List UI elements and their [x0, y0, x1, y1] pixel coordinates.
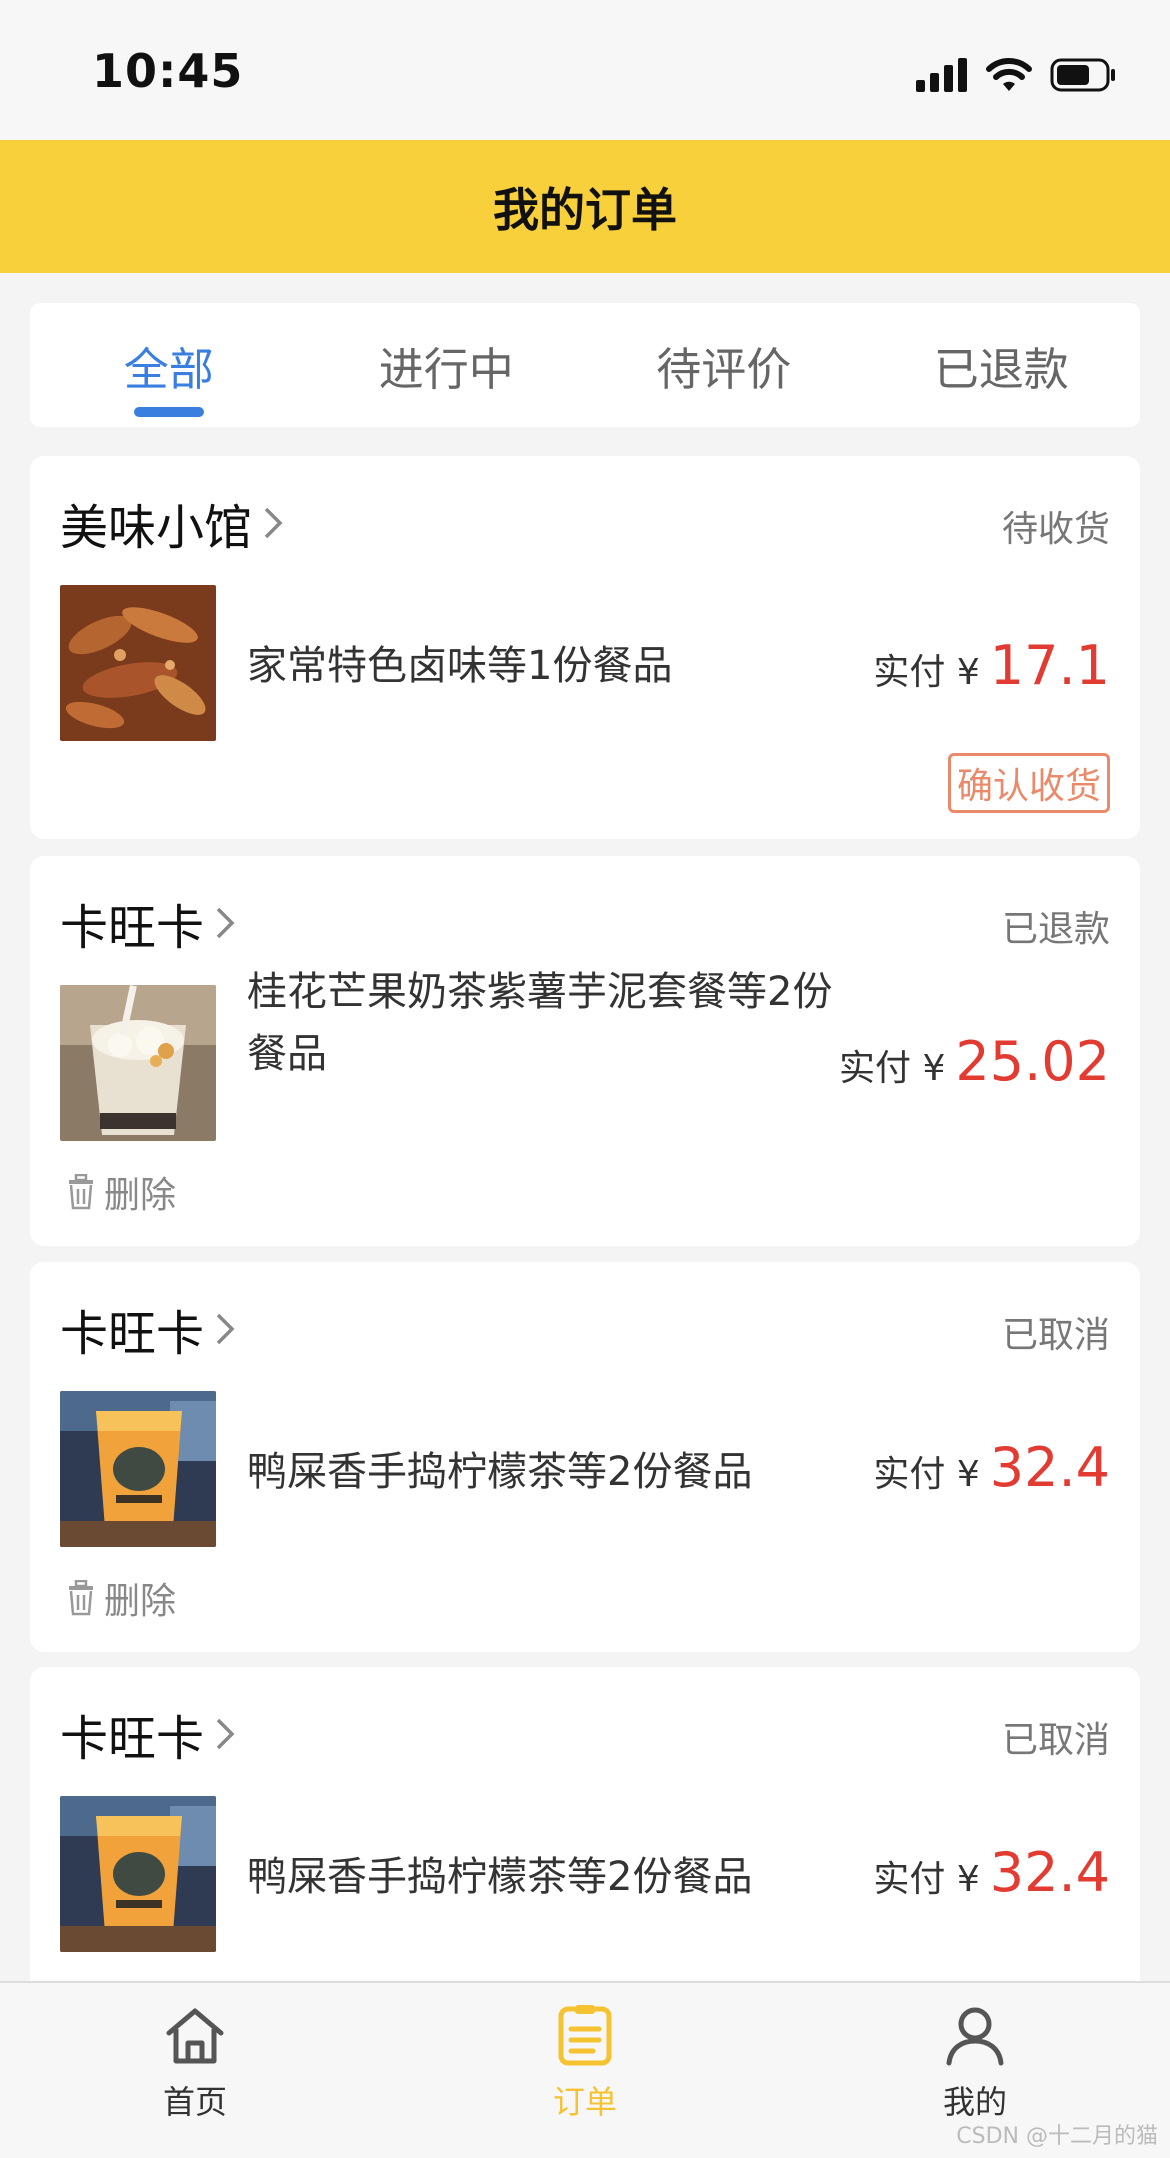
tab-label: 待评价 [656, 342, 792, 396]
store-name: 卡旺卡 [60, 1711, 205, 1767]
order-status: 待收货 [1001, 509, 1110, 550]
chevron-right-icon [216, 1313, 235, 1345]
tab-refunded[interactable]: 已退款 [863, 303, 1141, 427]
chevron-right-icon [264, 507, 283, 539]
price-value: 17.1 [989, 634, 1110, 697]
delete-order-button[interactable]: 删除 [66, 1166, 176, 1218]
lemon-tea-photo [60, 1796, 216, 1952]
order-status: 已取消 [1001, 1315, 1110, 1356]
nav-label: 订单 [552, 2083, 617, 2121]
order-list-icon [558, 2005, 612, 2066]
order-card[interactable]: 卡旺卡 已退款 桂花芒果奶茶紫薯芋泥套餐等2份餐品 实付 ¥ 25.02 删除 [30, 856, 1140, 1246]
order-items-summary: 鸭屎香手捣柠檬茶等2份餐品 [247, 1854, 753, 1900]
price-value: 32.4 [989, 1841, 1110, 1904]
order-filter-tabs: 全部 进行中 待评价 已退款 [30, 303, 1140, 427]
confirm-receipt-button[interactable]: 确认收货 [948, 753, 1110, 813]
order-card[interactable]: 美味小馆 待收货 家常特色卤味等1份餐品 实付 ¥ 17.1 确认收货 [30, 456, 1140, 839]
battery-icon [1050, 58, 1115, 92]
page-header: 我的订单 [0, 140, 1170, 273]
order-items-summary: 桂花芒果奶茶紫薯芋泥套餐等2份餐品 [247, 969, 833, 1077]
order-price: 实付 ¥ 17.1 [873, 634, 1110, 697]
tab-to-review[interactable]: 待评价 [585, 303, 863, 427]
nav-home[interactable]: 首页 [0, 1983, 390, 2158]
chevron-right-icon [216, 1718, 235, 1750]
price-value: 25.02 [955, 1030, 1110, 1093]
order-status: 已取消 [1001, 1720, 1110, 1761]
price-value: 32.4 [989, 1436, 1110, 1499]
tab-label: 已退款 [933, 342, 1069, 396]
order-items-summary: 鸭屎香手捣柠檬茶等2份餐品 [247, 1449, 753, 1495]
tab-label: 全部 [123, 342, 214, 396]
tab-active-indicator [133, 407, 204, 417]
status-icons [916, 52, 1116, 98]
store-name: 卡旺卡 [60, 1306, 205, 1362]
price-label: 实付 ¥ [839, 1048, 946, 1089]
store-link[interactable]: 卡旺卡 [60, 1699, 238, 1769]
tab-label: 进行中 [378, 342, 514, 396]
status-time: 10:45 [92, 44, 244, 98]
order-status: 已退款 [1001, 909, 1110, 950]
order-price: 实付 ¥ 25.02 [839, 1030, 1110, 1093]
page-title: 我的订单 [493, 182, 677, 237]
nav-label: 首页 [162, 2083, 227, 2121]
trash-icon [69, 1580, 93, 1616]
status-bar: 10:45 [0, 0, 1170, 140]
home-icon [166, 2008, 224, 2064]
tab-all[interactable]: 全部 [30, 303, 308, 427]
delete-label: 删除 [104, 1581, 177, 1622]
store-link[interactable]: 卡旺卡 [60, 1294, 238, 1364]
trash-icon [69, 1174, 93, 1210]
store-link[interactable]: 美味小馆 [60, 488, 286, 558]
nav-label: 我的 [942, 2083, 1007, 2121]
order-price: 实付 ¥ 32.4 [873, 1436, 1110, 1499]
lemon-tea-photo [60, 1391, 216, 1547]
nav-orders[interactable]: 订单 [390, 1983, 780, 2158]
price-label: 实付 ¥ [873, 1454, 980, 1495]
store-link[interactable]: 卡旺卡 [60, 888, 238, 958]
user-icon [946, 2007, 1004, 2066]
chevron-right-icon [216, 907, 235, 939]
delete-order-button[interactable]: 删除 [66, 1572, 176, 1624]
store-name: 美味小馆 [60, 500, 253, 556]
order-card[interactable]: 卡旺卡 已取消 鸭屎香手捣柠檬茶等2份餐品 实付 ¥ 32.4 删除 [30, 1262, 1140, 1652]
order-price: 实付 ¥ 32.4 [873, 1841, 1110, 1904]
order-items-summary: 家常特色卤味等1份餐品 [247, 643, 673, 689]
cellular-signal-icon [916, 58, 967, 92]
tab-in-progress[interactable]: 进行中 [308, 303, 586, 427]
store-name: 卡旺卡 [60, 900, 205, 956]
milk-tea-photo [60, 985, 216, 1141]
watermark: CSDN @十二月的猫 [956, 2124, 1158, 2149]
delete-label: 删除 [104, 1175, 177, 1216]
braised-food-photo [60, 585, 216, 741]
price-label: 实付 ¥ [873, 1859, 980, 1900]
wifi-icon [986, 58, 1032, 91]
price-label: 实付 ¥ [873, 652, 980, 693]
